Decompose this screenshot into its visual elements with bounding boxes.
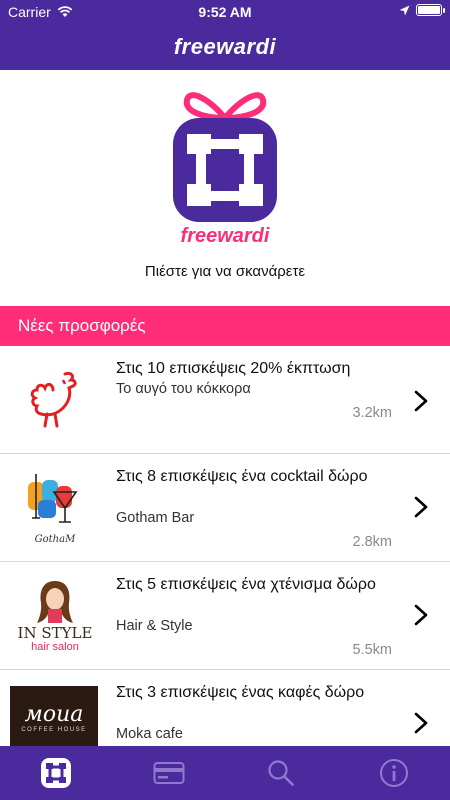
info-icon bbox=[379, 759, 408, 787]
in-style-logo: IN STYLE hair salon bbox=[10, 572, 100, 660]
freewardi-logo[interactable]: freewardi bbox=[165, 78, 285, 248]
in-style-logo-subtext: hair salon bbox=[31, 641, 79, 653]
logo-wordmark: freewardi bbox=[181, 225, 270, 247]
offer-distance: 3.2km bbox=[352, 405, 393, 421]
cocktail-icon bbox=[28, 473, 78, 523]
chevron-right-icon[interactable] bbox=[412, 496, 430, 518]
tab-info[interactable] bbox=[338, 746, 450, 800]
offer-shop-name: Hair & Style bbox=[116, 618, 193, 634]
freewardi-icon bbox=[41, 758, 72, 788]
in-style-logo-text: IN STYLE bbox=[17, 624, 93, 642]
app-title: freewardi bbox=[173, 34, 277, 59]
status-bar: Carrier 9:52 AM bbox=[0, 0, 450, 24]
chevron-right-icon[interactable] bbox=[412, 390, 430, 412]
search-icon bbox=[268, 760, 295, 786]
tab-home[interactable] bbox=[0, 746, 113, 800]
offer-row[interactable]: IN STYLE hair salon Στις 5 επισκέψεις έν… bbox=[0, 562, 450, 670]
rooster-logo bbox=[10, 356, 100, 444]
chevron-right-icon[interactable] bbox=[412, 712, 430, 734]
battery-icon bbox=[416, 4, 445, 16]
scan-label[interactable]: Πιέστε για να σκανάρετε bbox=[0, 263, 450, 280]
offers-list[interactable]: Στις 10 επισκέψεις 20% έκπτωση Το αυγό τ… bbox=[0, 346, 450, 746]
offer-title: Στις 5 επισκέψεις ένα χτένισμα δώρο bbox=[116, 576, 376, 593]
offers-section-header: Νέες προσφορές bbox=[0, 306, 450, 346]
offer-row[interactable]: GothaM Στις 8 επισκέψεις ένα cocktail δώ… bbox=[0, 454, 450, 562]
moka-logo-subtext: COFFEE HOUSE bbox=[21, 727, 87, 733]
moka-logo-text: моиа bbox=[24, 702, 84, 727]
status-time: 9:52 AM bbox=[198, 4, 252, 20]
card-icon bbox=[153, 762, 185, 784]
gotham-logo: GothaM bbox=[10, 464, 100, 552]
offer-title: Στις 8 επισκέψεις ένα cocktail δώρο bbox=[116, 468, 368, 485]
hair-salon-icon bbox=[37, 581, 73, 623]
location-arrow-icon bbox=[399, 5, 410, 15]
tab-cards[interactable] bbox=[113, 746, 226, 800]
offer-distance: 2.8km bbox=[352, 534, 393, 550]
offer-shop-name: Το αυγό του κόκκορα bbox=[116, 381, 251, 397]
offer-distance: 5.5km bbox=[352, 642, 393, 658]
tab-search[interactable] bbox=[225, 746, 338, 800]
offer-title: Στις 3 επισκέψεις ένας καφές δώρο bbox=[116, 684, 365, 701]
chevron-right-icon[interactable] bbox=[412, 604, 430, 626]
battery-fill bbox=[418, 6, 440, 14]
nav-bar: freewardi bbox=[0, 24, 450, 70]
moka-logo: моиа COFFEE HOUSE bbox=[10, 686, 98, 746]
offer-row[interactable]: моиа COFFEE HOUSE Στις 3 επισκέψεις ένας… bbox=[0, 670, 450, 746]
gotham-logo-text: GothaM bbox=[34, 533, 76, 545]
offer-title: Στις 10 επισκέψεις 20% έκπτωση bbox=[116, 360, 351, 377]
offer-row[interactable]: Στις 10 επισκέψεις 20% έκπτωση Το αυγό τ… bbox=[0, 346, 450, 454]
rooster-icon bbox=[30, 372, 77, 428]
offer-shop-name: Moka cafe bbox=[116, 726, 183, 742]
offer-shop-name: Gotham Bar bbox=[116, 510, 195, 526]
tab-bar bbox=[0, 746, 450, 800]
